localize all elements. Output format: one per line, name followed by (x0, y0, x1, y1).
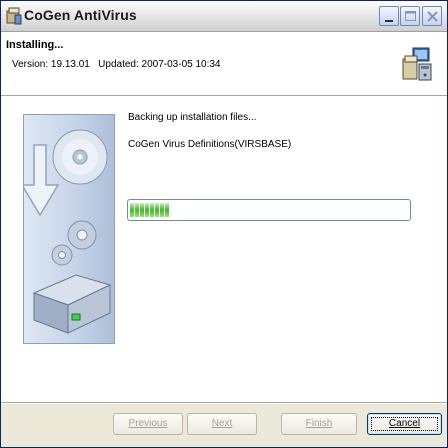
title-bar[interactable]: CoGen AntiVirus (1, 1, 447, 32)
installer-window: CoGen AntiVirus Installing... Version: 1… (0, 0, 448, 448)
current-component: CoGen Virus Definitions(VIRSBASE) (128, 139, 292, 150)
gears-icon (51, 220, 97, 266)
setup-box-icon (6, 7, 22, 25)
progress-segment (135, 203, 139, 217)
status-message: Backing up installation files... (128, 112, 257, 123)
cd-icon (52, 129, 108, 185)
installer-computer-icon (401, 46, 435, 82)
install-progress-bar (127, 199, 411, 221)
next-button[interactable]: Next (187, 413, 257, 435)
progress-segment (130, 203, 134, 217)
minimize-button[interactable] (379, 6, 399, 26)
previous-button[interactable]: Previous (113, 413, 183, 435)
finish-button[interactable]: Finish (281, 413, 357, 435)
progress-fill (130, 203, 169, 217)
page-title: Installing... (6, 39, 64, 51)
version-info: Version: 19.13.01 Updated: 2007-03-05 10… (12, 59, 221, 70)
divider-highlight (1, 403, 447, 404)
progress-segment (140, 203, 144, 217)
progress-segment (155, 203, 159, 217)
maximize-button[interactable] (400, 6, 420, 26)
installer-illustration (23, 114, 115, 344)
close-button[interactable] (422, 6, 442, 26)
cancel-button[interactable]: Cancel (367, 413, 442, 435)
hard-drive-icon (32, 274, 112, 334)
window-title: CoGen AntiVirus (24, 7, 137, 23)
progress-segment (165, 203, 169, 217)
progress-segment (150, 203, 154, 217)
progress-segment (160, 203, 164, 217)
wizard-header: Installing... Version: 19.13.01 Updated:… (1, 32, 447, 96)
focus-rectangle (371, 417, 438, 431)
progress-segment (145, 203, 149, 217)
